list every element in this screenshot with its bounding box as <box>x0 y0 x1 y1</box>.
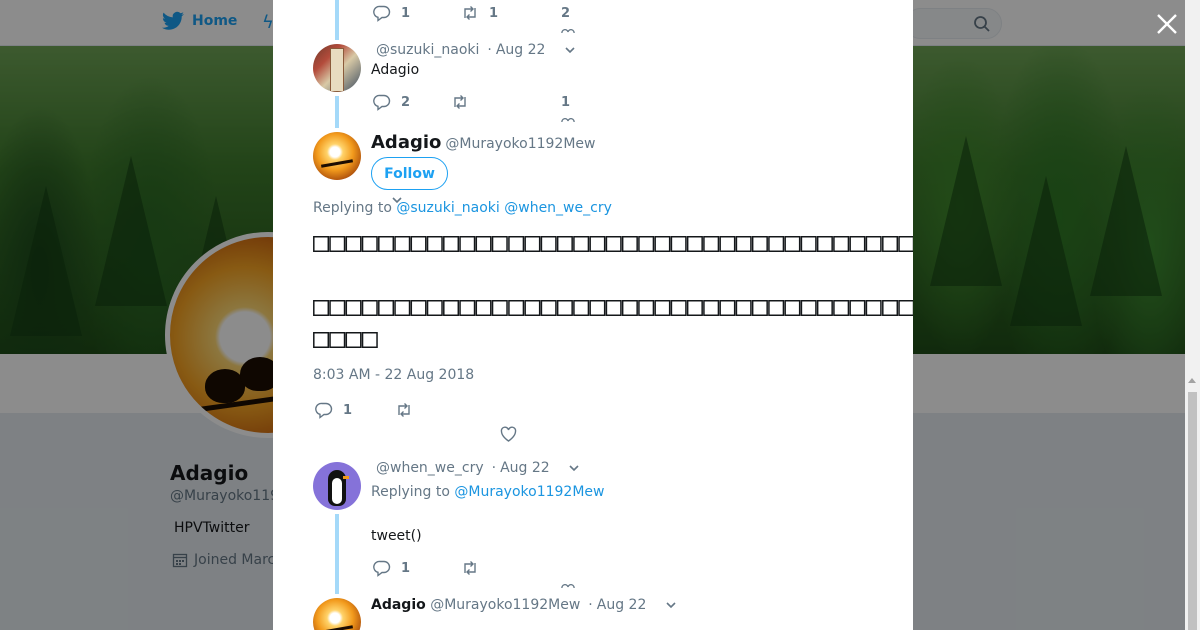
scroll-up-arrow[interactable] <box>1188 378 1196 383</box>
author-name[interactable]: Adagio <box>371 132 441 153</box>
thread-line <box>335 514 339 594</box>
author-name[interactable]: Adagio <box>371 597 426 613</box>
reply-button[interactable]: 1 <box>373 559 461 577</box>
tweet-date[interactable]: Aug 22 <box>500 460 550 476</box>
retweet-button[interactable] <box>461 559 479 577</box>
chevron-down-icon[interactable] <box>665 599 677 611</box>
close-icon[interactable] <box>1155 12 1179 36</box>
avatar[interactable] <box>313 44 361 92</box>
thread-line <box>335 96 339 128</box>
retweet-icon <box>464 6 476 20</box>
retweet-button[interactable] <box>395 401 413 419</box>
reply-icon <box>315 402 333 419</box>
tweet-modal: 1 1 2 @suzuki_naoki · Aug 22 Adagio 2 1 Ad… <box>273 0 913 630</box>
retweet-button[interactable] <box>451 93 561 111</box>
reply-icon <box>373 5 391 22</box>
like-count: 1 <box>561 94 571 110</box>
heart-icon[interactable] <box>500 426 517 443</box>
tweet-author[interactable]: Adagio @Murayoko1192Mew <box>371 132 595 153</box>
replying-to: Replying to @Murayoko1192Mew <box>371 484 604 500</box>
replying-to: Replying to @suzuki_naoki @when_we_cry <box>313 200 612 216</box>
heart-icon[interactable] <box>561 583 575 588</box>
reply-count: 1 <box>401 5 411 21</box>
tweet-date[interactable]: Aug 22 <box>597 597 647 613</box>
retweet-icon <box>464 561 476 575</box>
reply-count: 1 <box>343 402 353 418</box>
author-handle[interactable]: @Murayoko1192Mew <box>445 136 595 152</box>
replying-prefix: Replying to <box>371 484 450 500</box>
reply-button[interactable]: 2 <box>373 93 451 111</box>
tweet-actions: 1 1 2 <box>373 4 570 22</box>
reply-button[interactable]: 1 <box>315 401 395 419</box>
tweet-actions: 2 1 <box>373 93 570 111</box>
tweet-text: tweet() <box>371 528 422 544</box>
reply-icon <box>373 560 391 577</box>
tweet-date[interactable]: Aug 22 <box>496 42 546 58</box>
retweet-icon <box>454 95 466 109</box>
scrollbar-thumb[interactable] <box>1188 392 1197 630</box>
heart-icon[interactable] <box>561 117 575 122</box>
avatar[interactable] <box>313 598 361 630</box>
tweet-handle[interactable]: @when_we_cry <box>376 460 484 476</box>
heart-icon[interactable] <box>561 28 575 33</box>
thread-line <box>335 0 339 40</box>
avatar[interactable] <box>313 462 361 510</box>
like-count: 2 <box>561 5 571 21</box>
tweet-actions: 1 <box>315 401 413 419</box>
tweet-header: @when_we_cry · Aug 22 <box>376 460 580 476</box>
reply-icon <box>373 94 391 111</box>
chevron-down-icon[interactable] <box>564 44 576 56</box>
replying-prefix: Replying to <box>313 200 392 216</box>
retweet-button[interactable]: 1 <box>461 4 561 22</box>
retweet-count: 1 <box>489 5 499 21</box>
follow-button[interactable]: Follow <box>371 157 448 190</box>
tweet-header: @suzuki_naoki · Aug 22 <box>376 42 576 58</box>
tweet-actions: 1 <box>373 559 479 577</box>
tweet-text: □□□□□□□□□□□□□□□□□□□□□□□□□□□□□□□□□□□□□ □□□… <box>313 227 913 387</box>
tweet-text: Adagio <box>371 62 420 78</box>
tweet-paragraph: □□□□□□□□□□□□□□□□□□□□□□□□□□□□□□□□□□□□□□□□… <box>313 227 913 258</box>
tweet-header: Adagio @Murayoko1192Mew · Aug 22 <box>371 597 677 613</box>
tweet-paragraph: □□□□□□□□□□□□□□□□□□□□□□□□□□□□□□□□□□□□□□□□… <box>313 291 913 354</box>
reply-count: 2 <box>401 94 411 110</box>
mention-link[interactable]: @Murayoko1192Mew <box>454 484 604 500</box>
avatar[interactable] <box>313 132 361 180</box>
mention-link[interactable]: @when_we_cry <box>504 200 612 216</box>
tweet-handle[interactable]: @suzuki_naoki <box>376 42 479 58</box>
reply-button[interactable]: 1 <box>373 4 461 22</box>
retweet-icon <box>398 403 410 417</box>
reply-count: 1 <box>401 560 411 576</box>
tweet-timestamp[interactable]: 8:03 AM - 22 Aug 2018 <box>313 367 474 383</box>
chevron-down-icon[interactable] <box>568 462 580 474</box>
mention-link[interactable]: @suzuki_naoki <box>396 200 499 216</box>
author-handle[interactable]: @Murayoko1192Mew <box>430 597 580 613</box>
